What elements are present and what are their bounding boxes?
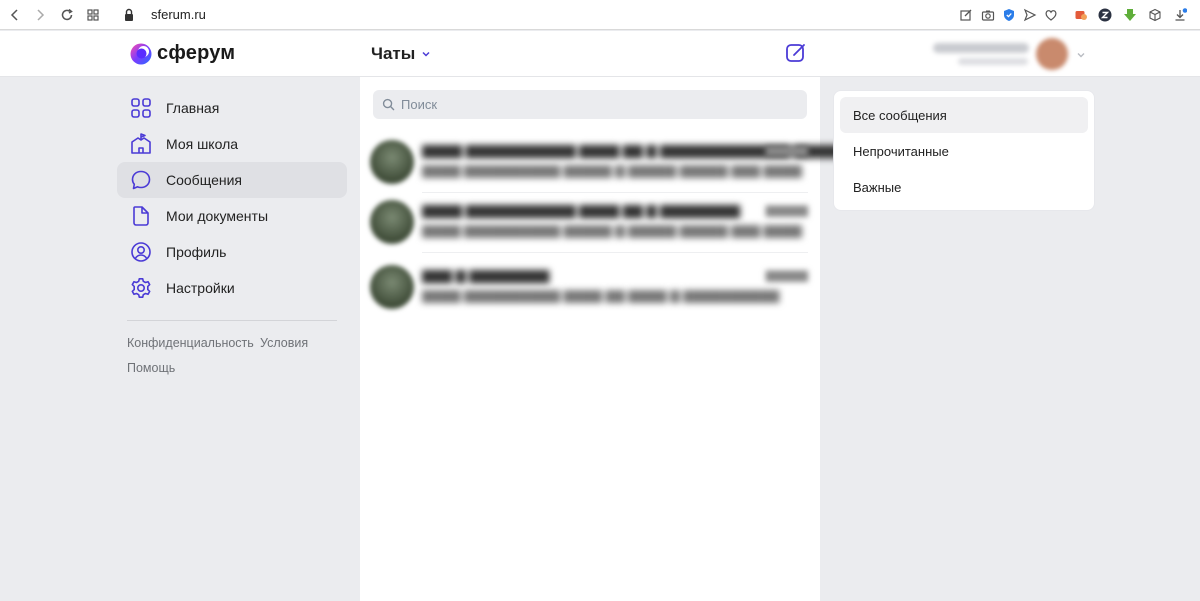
download-icon[interactable] <box>1172 7 1188 23</box>
shield-icon[interactable] <box>1001 7 1017 23</box>
app-header: сферум Чаты <box>0 31 1200 77</box>
avatar[interactable] <box>1036 38 1068 70</box>
tabs-grid-icon[interactable] <box>84 6 102 24</box>
gear-icon <box>131 278 151 298</box>
search-icon <box>382 98 395 111</box>
camera-icon[interactable] <box>980 7 996 23</box>
sidebar-item-label: Мои документы <box>166 208 269 224</box>
chat-preview-blurred: ▇▇▇▇ ▇▇▇▇▇▇▇▇▇▇ ▇▇▇▇▇ ▇ ▇▇▇▇▇ ▇▇▇▇▇ ▇▇▇ … <box>422 224 802 238</box>
profile-icon <box>131 242 151 262</box>
chat-title-blurred: ▇▇▇ ▇ ▇▇▇▇▇▇▇▇ <box>422 268 550 283</box>
school-icon <box>131 133 151 154</box>
sferum-logo-icon <box>130 43 152 64</box>
user-name-blurred[interactable] <box>933 43 1029 53</box>
sidebar-item-settings[interactable]: Настройки <box>117 270 347 306</box>
chat-time-blurred: ▇▇▇▇▇ <box>765 205 808 217</box>
message-icon <box>131 170 151 190</box>
logo[interactable]: сферум <box>130 42 235 65</box>
chevron-down-icon <box>422 51 430 57</box>
chat-list-item[interactable]: ▇▇▇ ▇ ▇▇▇▇▇▇▇▇ ▇▇▇▇▇ ▇▇▇▇ ▇▇▇▇▇▇▇▇▇▇ ▇▇▇… <box>368 258 812 318</box>
user-subtitle-blurred <box>958 58 1028 65</box>
sidebar-item-label: Сообщения <box>166 172 242 188</box>
send-icon[interactable] <box>1022 7 1038 23</box>
sidebar-item-label: Главная <box>166 100 220 116</box>
chat-list-item[interactable]: ▇▇▇▇ ▇▇▇▇▇▇▇▇▇▇▇ ▇▇▇▇ ▇▇ ▇ ▇▇▇▇▇▇▇▇▇▇▇▇▇… <box>368 133 844 193</box>
sidebar-item-label: Настройки <box>166 280 235 296</box>
sidebar-item-home[interactable]: Главная <box>117 90 347 126</box>
chat-list-item[interactable]: ▇▇▇▇ ▇▇▇▇▇▇▇▇▇▇▇ ▇▇▇▇ ▇▇ ▇ ▇▇▇▇▇▇▇▇ ▇▇▇▇… <box>368 193 812 253</box>
sidebar-divider <box>127 320 337 321</box>
chats-dropdown[interactable]: Чаты <box>371 44 431 64</box>
heart-icon[interactable] <box>1043 7 1059 23</box>
chat-time-blurred: ▇▇▇▇▇ <box>765 145 808 157</box>
chat-avatar <box>370 200 414 244</box>
filter-unread[interactable]: Непрочитанные <box>840 133 1088 169</box>
compose-icon[interactable] <box>785 42 807 64</box>
reload-icon[interactable] <box>58 6 76 24</box>
sidebar-item-profile[interactable]: Профиль <box>117 234 347 270</box>
edit-icon[interactable] <box>958 7 974 23</box>
document-icon <box>133 206 149 226</box>
sidebar-item-label: Профиль <box>166 244 227 260</box>
chats-panel: ▇▇▇▇ ▇▇▇▇▇▇▇▇▇▇▇ ▇▇▇▇ ▇▇ ▇ ▇▇▇▇▇▇▇▇ ▇▇▇▇▇… <box>360 77 844 601</box>
sidebar-item-documents[interactable]: Мои документы <box>117 198 347 234</box>
chat-title-blurred: ▇▇▇▇ ▇▇▇▇▇▇▇▇▇▇▇ ▇▇▇▇ ▇▇ ▇ ▇▇▇▇▇▇▇▇ <box>422 203 740 218</box>
chat-time-blurred: ▇▇▇▇▇ <box>765 270 808 282</box>
chat-preview-blurred: ▇▇▇▇ ▇▇▇▇▇▇▇▇▇▇ ▇▇▇▇▇ ▇ ▇▇▇▇▇ ▇▇▇▇▇ ▇▇▇ … <box>422 164 802 178</box>
browser-toolbar: sferum.ru <box>0 0 1200 30</box>
chevron-down-icon[interactable] <box>1076 50 1086 60</box>
sidebar-item-school[interactable]: Моя школа <box>117 126 347 162</box>
chats-title: Чаты <box>371 44 416 63</box>
messages-filter-panel: Все сообщения Непрочитанные Важные <box>833 90 1095 211</box>
search-box[interactable] <box>373 90 807 119</box>
sidebar-item-messages[interactable]: Сообщения <box>117 162 347 198</box>
chat-preview-blurred: ▇▇▇▇ ▇▇▇▇▇▇▇▇▇▇ ▇▇▇▇ ▇▇ ▇▇▇▇ ▇ ▇▇▇▇▇▇▇▇▇… <box>422 289 780 303</box>
extension-icon[interactable] <box>1073 7 1089 23</box>
address-bar[interactable]: sferum.ru <box>151 7 206 22</box>
terms-link[interactable]: Условия <box>260 336 308 350</box>
cube-icon[interactable] <box>1147 7 1163 23</box>
sidebar-nav: Главная Моя школа Сообщения Мои документ… <box>117 90 347 306</box>
search-input[interactable] <box>401 97 791 112</box>
sidebar-item-label: Моя школа <box>166 136 239 152</box>
download-helper-icon[interactable] <box>1122 7 1138 23</box>
privacy-link[interactable]: Конфиденциальность <box>127 336 254 350</box>
grid-icon <box>131 98 151 118</box>
filter-all-messages[interactable]: Все сообщения <box>840 97 1088 133</box>
forward-icon[interactable] <box>31 6 49 24</box>
back-icon[interactable] <box>6 6 24 24</box>
lock-icon <box>125 8 133 21</box>
filter-important[interactable]: Важные <box>840 169 1088 205</box>
chat-avatar <box>370 265 414 309</box>
help-link[interactable]: Помощь <box>127 361 175 375</box>
z-extension-icon[interactable] <box>1097 7 1113 23</box>
logo-text: сферум <box>157 42 236 64</box>
chat-separator <box>422 252 808 253</box>
chat-avatar <box>370 140 414 184</box>
